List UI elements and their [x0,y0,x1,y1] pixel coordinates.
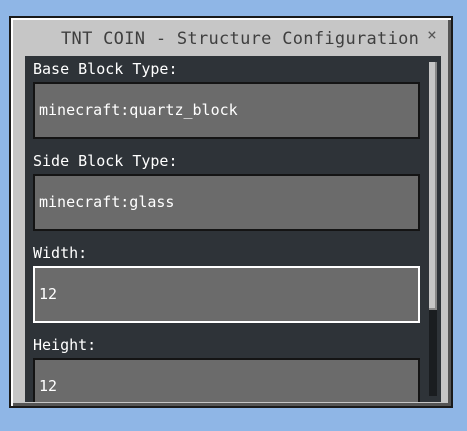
dialog-title: TNT COIN - Structure Configuration [61,29,420,49]
scrollbar-thumb[interactable] [429,62,437,310]
base-block-type-input[interactable]: minecraft:quartz_block [33,82,420,139]
form-scroll-panel[interactable]: Base Block Type: minecraft:quartz_block … [25,56,441,402]
height-label: Height: [33,336,97,354]
title-bar: TNT COIN - Structure Configuration × [11,18,451,58]
width-label: Width: [33,244,88,262]
structure-config-dialog: TNT COIN - Structure Configuration × Bas… [9,16,453,408]
base-block-type-label: Base Block Type: [33,60,178,78]
desktop-background: { "window": { "title": "TNT COIN - Struc… [0,0,467,431]
side-block-type-label: Side Block Type: [33,152,178,170]
side-block-type-input[interactable]: minecraft:glass [33,174,420,231]
width-input[interactable]: 12 [33,266,420,323]
height-input[interactable]: 12 [33,358,420,402]
close-icon[interactable]: × [423,26,441,44]
vertical-scrollbar[interactable] [429,62,437,396]
